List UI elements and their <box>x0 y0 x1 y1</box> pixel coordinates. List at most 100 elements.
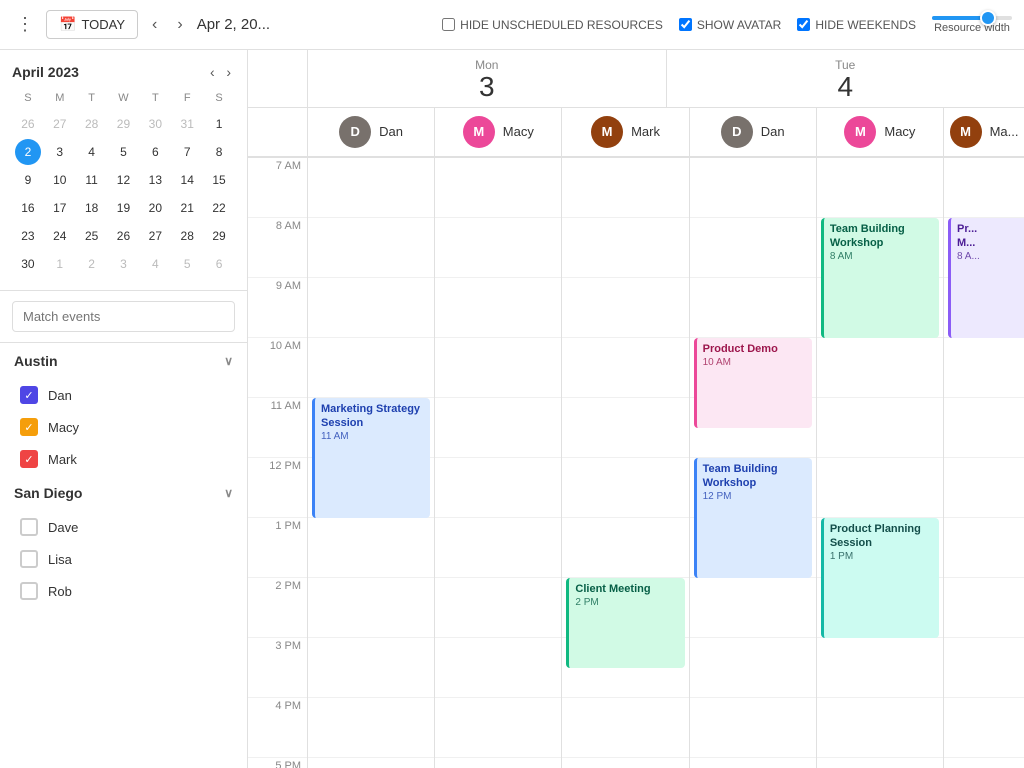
resource-width-control: Resource width <box>932 16 1012 34</box>
mini-cal-day[interactable]: 5 <box>174 251 200 277</box>
mini-cal-day[interactable]: 30 <box>142 111 168 137</box>
mini-cal-day[interactable]: 22 <box>206 195 232 221</box>
mini-cal-day[interactable]: 2 <box>79 251 105 277</box>
mini-cal-day[interactable]: 21 <box>174 195 200 221</box>
mini-cal-day[interactable]: 17 <box>47 195 73 221</box>
resource-name-label: Lisa <box>48 552 72 567</box>
mini-cal-week-row: 2627282930311 <box>12 110 235 138</box>
mini-cal-next[interactable]: › <box>222 62 235 82</box>
resource-item-lisa[interactable]: Lisa <box>0 543 247 575</box>
resource-width-slider-track[interactable] <box>932 16 1012 20</box>
mini-cal-day[interactable]: 25 <box>79 223 105 249</box>
mini-cal-day[interactable]: 30 <box>15 251 41 277</box>
mini-cal-day[interactable]: 1 <box>206 111 232 137</box>
mini-cal-day[interactable]: 1 <box>47 251 73 277</box>
time-slot-10am: 10 AM <box>248 338 307 398</box>
mini-cal-day[interactable]: 14 <box>174 167 200 193</box>
date-group-tue: Tue 4 <box>667 50 1024 107</box>
event-team-building-tue-macy[interactable]: Team Building Workshop 8 AM <box>821 218 939 338</box>
hide-weekends-control[interactable]: HIDE WEEKENDS <box>797 18 916 32</box>
resource-checkbox-mark[interactable]: ✓ <box>20 450 38 468</box>
date-number-tue: 4 <box>667 72 1024 103</box>
next-button[interactable]: › <box>171 12 188 38</box>
search-input[interactable] <box>12 301 235 332</box>
mini-cal-week-row: 16171819202122 <box>12 194 235 222</box>
hide-unscheduled-control[interactable]: HIDE UNSCHEDULED RESOURCES <box>442 18 663 32</box>
resource-checkbox-dan[interactable]: ✓ <box>20 386 38 404</box>
mini-cal-day[interactable]: 13 <box>142 167 168 193</box>
mini-cal-day[interactable]: 4 <box>142 251 168 277</box>
mini-cal-day[interactable]: 3 <box>110 251 136 277</box>
event-client-meeting[interactable]: Client Meeting 2 PM <box>566 578 684 668</box>
mini-cal-day[interactable]: 26 <box>110 223 136 249</box>
time-slot-8am: 8 AM <box>248 218 307 278</box>
show-avatar-checkbox[interactable] <box>679 18 692 31</box>
show-avatar-control[interactable]: SHOW AVATAR <box>679 18 781 32</box>
resource-name-label: Mark <box>48 452 77 467</box>
mini-cal-day[interactable]: 9 <box>15 167 41 193</box>
mini-cal-day[interactable]: 28 <box>79 111 105 137</box>
menu-button[interactable]: ⋮ <box>12 10 38 39</box>
event-marketing-strategy[interactable]: Marketing Strategy Session 11 AM <box>312 398 430 518</box>
mini-cal-day[interactable]: 2 <box>15 139 41 165</box>
mini-calendar: April 2023 ‹ › S M T W T F S 26272829303… <box>0 50 247 291</box>
resource-item-dan[interactable]: ✓Dan <box>0 379 247 411</box>
resource-checkbox-rob[interactable] <box>20 582 38 600</box>
mini-cal-day[interactable]: 26 <box>15 111 41 137</box>
mini-cal-day[interactable]: 28 <box>174 223 200 249</box>
resource-item-dave[interactable]: Dave <box>0 511 247 543</box>
resource-item-macy[interactable]: ✓Macy <box>0 411 247 443</box>
mini-cal-day[interactable]: 27 <box>47 111 73 137</box>
mini-cal-day[interactable]: 8 <box>206 139 232 165</box>
event-partial-8am[interactable]: Pr... M... 8 A... <box>948 218 1024 338</box>
mini-cal-week-row: 30123456 <box>12 250 235 278</box>
mini-cal-day[interactable]: 27 <box>142 223 168 249</box>
resource-checkbox-dave[interactable] <box>20 518 38 536</box>
mini-cal-day[interactable]: 10 <box>47 167 73 193</box>
hide-unscheduled-label: HIDE UNSCHEDULED RESOURCES <box>460 18 663 32</box>
event-team-building-tue-dan[interactable]: Team Building Workshop 12 PM <box>694 458 812 578</box>
hide-unscheduled-checkbox[interactable] <box>442 18 455 31</box>
mini-cal-day[interactable]: 24 <box>47 223 73 249</box>
mini-cal-day[interactable]: 29 <box>206 223 232 249</box>
mini-cal-day[interactable]: 16 <box>15 195 41 221</box>
time-slot-2pm: 2 PM <box>248 578 307 638</box>
sidebar: April 2023 ‹ › S M T W T F S 26272829303… <box>0 50 248 768</box>
cal-col-dan-mon: Marketing Strategy Session 11 AM <box>308 158 435 768</box>
mini-cal-day[interactable]: 12 <box>110 167 136 193</box>
mini-cal-day[interactable]: 4 <box>79 139 105 165</box>
mini-cal-day[interactable]: 20 <box>142 195 168 221</box>
resource-item-mark[interactable]: ✓ Mark <box>0 443 247 475</box>
mini-cal-day[interactable]: 11 <box>79 167 105 193</box>
mini-cal-day[interactable]: 5 <box>110 139 136 165</box>
chevron-down-icon: ∨ <box>224 354 233 368</box>
event-product-planning[interactable]: Product Planning Session 1 PM <box>821 518 939 638</box>
mini-cal-day[interactable]: 6 <box>142 139 168 165</box>
mini-cal-day[interactable]: 31 <box>174 111 200 137</box>
time-slot-3pm: 3 PM <box>248 638 307 698</box>
mini-cal-day[interactable]: 15 <box>206 167 232 193</box>
calendar-area[interactable]: Mon 3 Tue 4 D Dan M Macy <box>248 50 1024 768</box>
today-button[interactable]: 📅 TODAY <box>46 10 138 39</box>
mini-cal-day[interactable]: 18 <box>79 195 105 221</box>
slider-thumb[interactable] <box>980 10 996 26</box>
resource-col-dan-tue: D Dan <box>690 108 817 156</box>
mini-cal-week-row: 23242526272829 <box>12 222 235 250</box>
mini-cal-day[interactable]: 23 <box>15 223 41 249</box>
resource-item-rob[interactable]: Rob <box>0 575 247 607</box>
mini-cal-day[interactable]: 7 <box>174 139 200 165</box>
cal-col-macy-mon <box>435 158 562 768</box>
resource-checkbox-lisa[interactable] <box>20 550 38 568</box>
mini-cal-prev[interactable]: ‹ <box>206 62 219 82</box>
resource-checkbox-macy[interactable]: ✓ <box>20 418 38 436</box>
group-header-austin[interactable]: Austin∨ <box>0 343 247 379</box>
mini-cal-day[interactable]: 3 <box>47 139 73 165</box>
event-product-demo[interactable]: Product Demo 10 AM <box>694 338 812 428</box>
group-header-san-diego[interactable]: San Diego∨ <box>0 475 247 511</box>
time-slot-11am: 11 AM <box>248 398 307 458</box>
prev-button[interactable]: ‹ <box>146 12 163 38</box>
mini-cal-day[interactable]: 29 <box>110 111 136 137</box>
hide-weekends-checkbox[interactable] <box>797 18 810 31</box>
mini-cal-day[interactable]: 19 <box>110 195 136 221</box>
mini-cal-day[interactable]: 6 <box>206 251 232 277</box>
